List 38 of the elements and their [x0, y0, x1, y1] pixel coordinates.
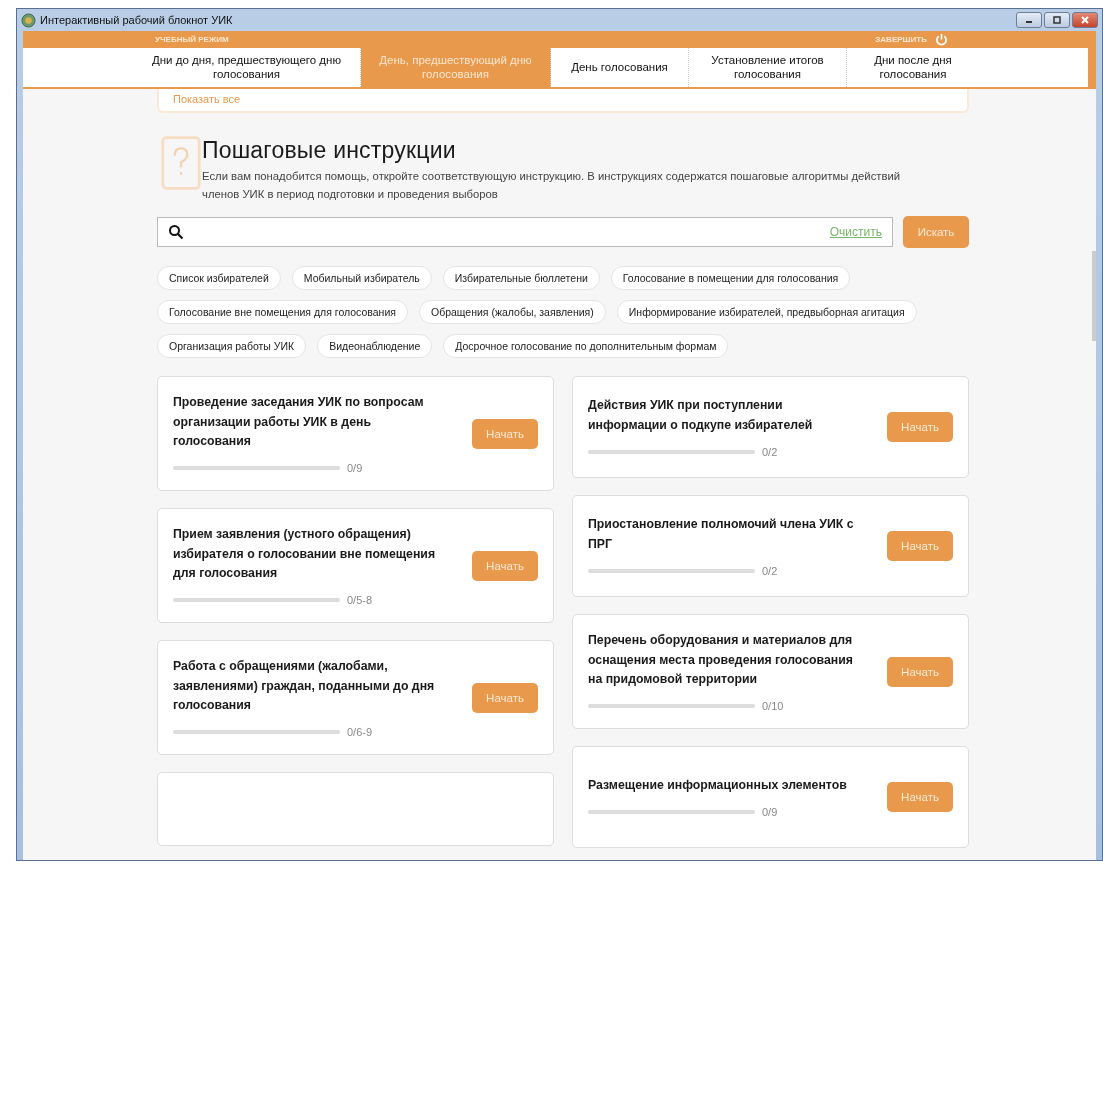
section-title: Пошаговые инструкции [202, 137, 457, 164]
maximize-icon [1052, 15, 1062, 25]
progress-count: 0/2 [762, 564, 778, 577]
instruction-title: Проведение заседания УИК по вопросам организации работы УИК в день голосования [173, 394, 425, 451]
instruction-title: Прием заявления (устного обращения) избирателя о голосовании вне помещения для голосования [173, 526, 437, 583]
instruction-title: Работа с обращениями (жалобами, заявлениями) граждан, поданными до дня голосования [173, 658, 436, 715]
progress-count: 0/10 [762, 700, 784, 712]
instruction-title: Размещение информационных элементов [588, 777, 848, 795]
instruction-title: Действия УИК при поступлении информации о подкупе избирателей [588, 397, 814, 434]
progress-count: 0/2 [762, 445, 778, 458]
instruction-title: Перечень оборудования и материалов для оснащения места проведения голосования на придомовой территории [588, 632, 854, 689]
mode-label: УЧЕБНЫЙ РЕЖИМ [155, 35, 229, 44]
section-description: Если вам понадобится помощь, откройте соответствующую инструкцию. В инструкциях содержатся пошаговые алгоритмы действий членов УИК в период подготовки и проведения выборов [202, 169, 902, 202]
filter-chip[interactable]: Голосование вне помещения для голосования [157, 300, 408, 324]
close-button[interactable] [1072, 12, 1098, 28]
filter-chip[interactable]: Избирательные бюллетени [442, 266, 600, 290]
filter-chip[interactable]: Организация работы УИК [157, 334, 307, 358]
filter-chip[interactable]: Обращения (жалобы, заявления) [418, 300, 606, 324]
progress-count: 0/9 [347, 462, 363, 474]
help-book-icon [161, 135, 201, 191]
close-icon [1080, 15, 1090, 25]
filter-chip[interactable]: Досрочное голосование по дополнительным формам [443, 334, 729, 358]
emblem-icon [21, 12, 36, 28]
maximize-button[interactable] [1044, 12, 1070, 28]
filter-chip[interactable]: Список избирателей [157, 266, 281, 290]
progress-count: 0/9 [762, 805, 778, 818]
search-icon [168, 224, 184, 240]
progress-count: 0/6-9 [347, 726, 373, 739]
scrollbar[interactable] [1092, 251, 1096, 341]
filter-chip[interactable]: Мобильный избиратель [291, 266, 432, 290]
progress-count: 0/5-8 [347, 594, 373, 607]
minimize-button[interactable] [1016, 12, 1042, 28]
filter-chip[interactable]: Информирование избирателей, предвыборная агитация [616, 300, 917, 324]
instruction-title: Приостановление полномочий члена УИК с ПРГ [588, 516, 855, 553]
filter-chip[interactable]: Видеонаблюдение [317, 334, 433, 358]
filter-chip[interactable]: Голосование в помещении для голосования [610, 266, 851, 290]
window-title: Интерактивный рабочий блокнот УИК [40, 14, 233, 26]
power-icon [935, 33, 948, 46]
